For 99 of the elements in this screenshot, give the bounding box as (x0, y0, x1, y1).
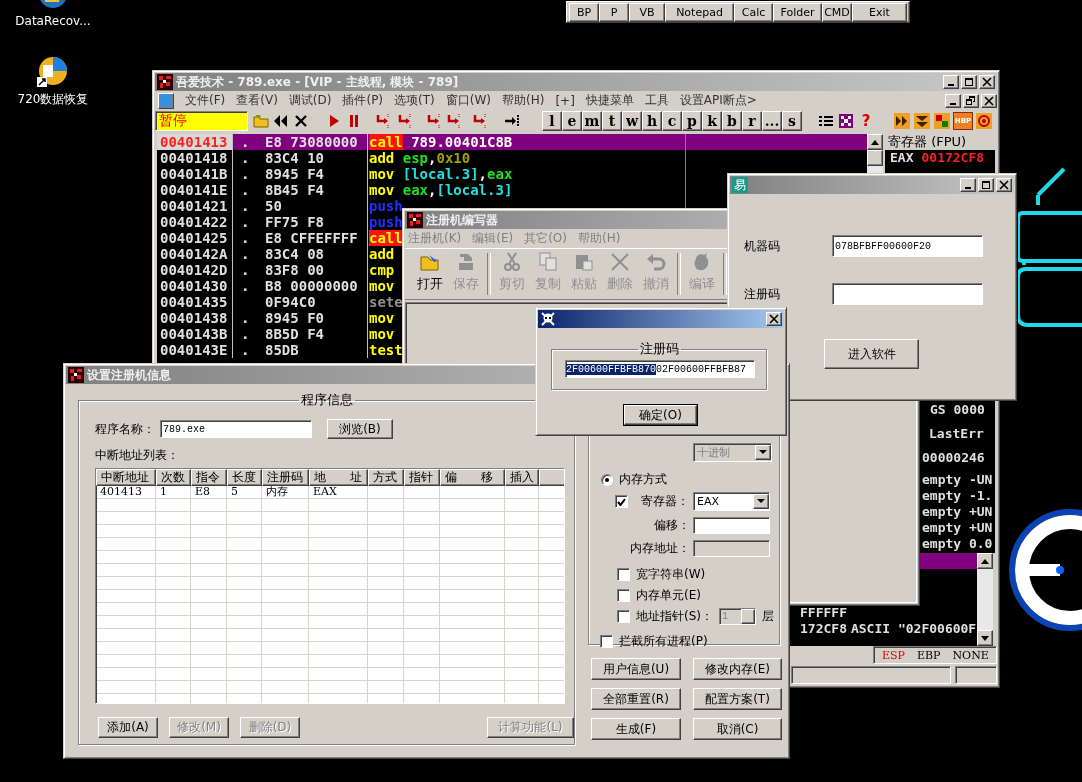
mnemonic-text: sete (369, 294, 403, 310)
address-text: 00401435 (160, 294, 228, 310)
checkbox-label: 宽字符串(W) (636, 566, 706, 583)
table-cell-text: E8 (194, 486, 212, 498)
register-text: LastErr (929, 426, 984, 442)
field-label: 机器码 (744, 237, 781, 255)
table-cell-text: 5 (230, 486, 239, 498)
mnemonic-text: add (369, 246, 395, 262)
stack-comment: ASCII "02F00600F (850, 621, 977, 637)
window-title: 设置注册机信息 (87, 366, 171, 384)
marker-text: . (241, 182, 250, 198)
pane-title: 寄存器 (FPU) (885, 134, 995, 150)
opcode-text: B8 00000000 (265, 278, 358, 294)
marker-text: . (241, 150, 250, 166)
register-text: 00000246 (922, 450, 985, 466)
address-text: 00401421 (160, 198, 228, 214)
marker-text: . (241, 166, 250, 182)
radio-label: 内存方式 (619, 471, 667, 488)
marker-text: . (241, 214, 250, 230)
register-text: empty +UN (922, 520, 993, 536)
mnemonic-text: test (369, 342, 403, 358)
marker-text: . (241, 262, 250, 278)
table-cell-text: EAX (312, 486, 338, 498)
operand-text: esp,0x10 (402, 150, 471, 166)
operand-text: 789.00401C8B (411, 134, 513, 150)
mnemonic-text: mov (369, 310, 395, 326)
marker-text: . (241, 310, 250, 326)
checkbox-label: 地址指针(S)： (636, 608, 713, 625)
address-text: 0040141B (160, 166, 228, 182)
marker-text: . (241, 134, 250, 150)
field-label: 内存地址： (629, 540, 690, 557)
address-text: 00401438 (160, 310, 228, 326)
stack-value: 172CF8 (800, 621, 847, 637)
mnemonic-text: cmp (369, 262, 395, 278)
mnemonic-text: mov (369, 182, 395, 198)
mnemonic-text: mov (369, 166, 395, 182)
opcode-text: 83C4 10 (265, 150, 324, 166)
opcode-text: 83F8 00 (265, 262, 324, 278)
field-label: 偏移： (653, 517, 690, 534)
address-text: 0040143B (160, 326, 228, 342)
group-title: 程序信息 (299, 391, 354, 409)
opcode-text: 8B5D F4 (265, 326, 324, 342)
operand-text: [local.3],eax (402, 166, 513, 182)
opcode-text: 8945 F4 (265, 166, 324, 182)
app-icon: 易 (732, 177, 748, 193)
field-label: 注册码 (744, 285, 781, 303)
address-text: 0040142A (160, 246, 228, 262)
register-text: GS 0000 (930, 402, 985, 418)
mnemonic-text: add (369, 150, 395, 166)
checkbox-label: 寄存器： (641, 493, 690, 510)
address-text: 0040142D (160, 262, 228, 278)
address-text: 0040141E (160, 182, 228, 198)
mnemonic-text: call (369, 134, 403, 150)
mnemonic-text: mov (369, 278, 395, 294)
mnemonic-text: mov (369, 326, 395, 342)
opcode-text: 8945 F0 (265, 310, 324, 326)
marker-text: . (241, 198, 250, 214)
table-cell-text: 1 (159, 486, 168, 498)
register-text: empty -1. (922, 488, 993, 504)
opcode-text: 8B45 F4 (265, 182, 324, 198)
opcode-text: 0F94C0 (265, 294, 316, 310)
field-label: 程序名称： (95, 420, 156, 438)
address-text: 00401425 (160, 230, 228, 246)
mnemonic-text: push (369, 214, 403, 230)
marker-text: . (241, 278, 250, 294)
window-title: 吾爱技术 - 789.exe - [VIP - 主线程, 模块 - 789] (176, 73, 459, 91)
stack-value: FFFFFF (800, 605, 847, 621)
opcode-text: 85DB (265, 342, 299, 358)
register-value: 00172CF8 (921, 150, 985, 166)
address-text: 00401413 (160, 134, 228, 150)
marker-text: . (241, 246, 250, 262)
register-text: empty +UN (922, 504, 993, 520)
address-text: 0040143E (160, 342, 228, 358)
checkbox-label: 内存单元(E) (636, 587, 701, 604)
state-field: 暂停 (155, 111, 248, 131)
field-text: 02F00600FFBFB87 (656, 363, 747, 375)
opcode-text: 83C4 08 (265, 246, 324, 262)
marker-text: . (241, 326, 250, 342)
window-title: 注册机编写器 (426, 211, 498, 229)
table-cell-text: 内存 (265, 486, 289, 498)
marker-text: . (241, 342, 250, 358)
register-name: EAX (890, 150, 914, 166)
table-cell-text: 401413 (99, 486, 143, 498)
address-text: 00401422 (160, 214, 228, 230)
register-text: empty 0.0 (922, 536, 993, 552)
marker-text: . (241, 230, 250, 246)
checkbox-label: 拦截所有进程(P) (619, 633, 708, 650)
opcode-text: FF75 F8 (265, 214, 324, 230)
opcode-text: E8 CFFEFFFF (265, 230, 358, 246)
operand-text: eax,[local.3] (402, 182, 513, 198)
list-label: 中断地址列表： (95, 447, 179, 464)
opcode-text: 50 (265, 198, 282, 214)
mnemonic-text: push (369, 198, 403, 214)
register-text: empty -UN (922, 472, 993, 488)
address-text: 00401418 (160, 150, 228, 166)
address-text: 00401430 (160, 278, 228, 294)
opcode-text: E8 73080000 (265, 134, 358, 150)
group-title: 注册码 (638, 340, 680, 358)
mnemonic-text: call (369, 230, 403, 246)
